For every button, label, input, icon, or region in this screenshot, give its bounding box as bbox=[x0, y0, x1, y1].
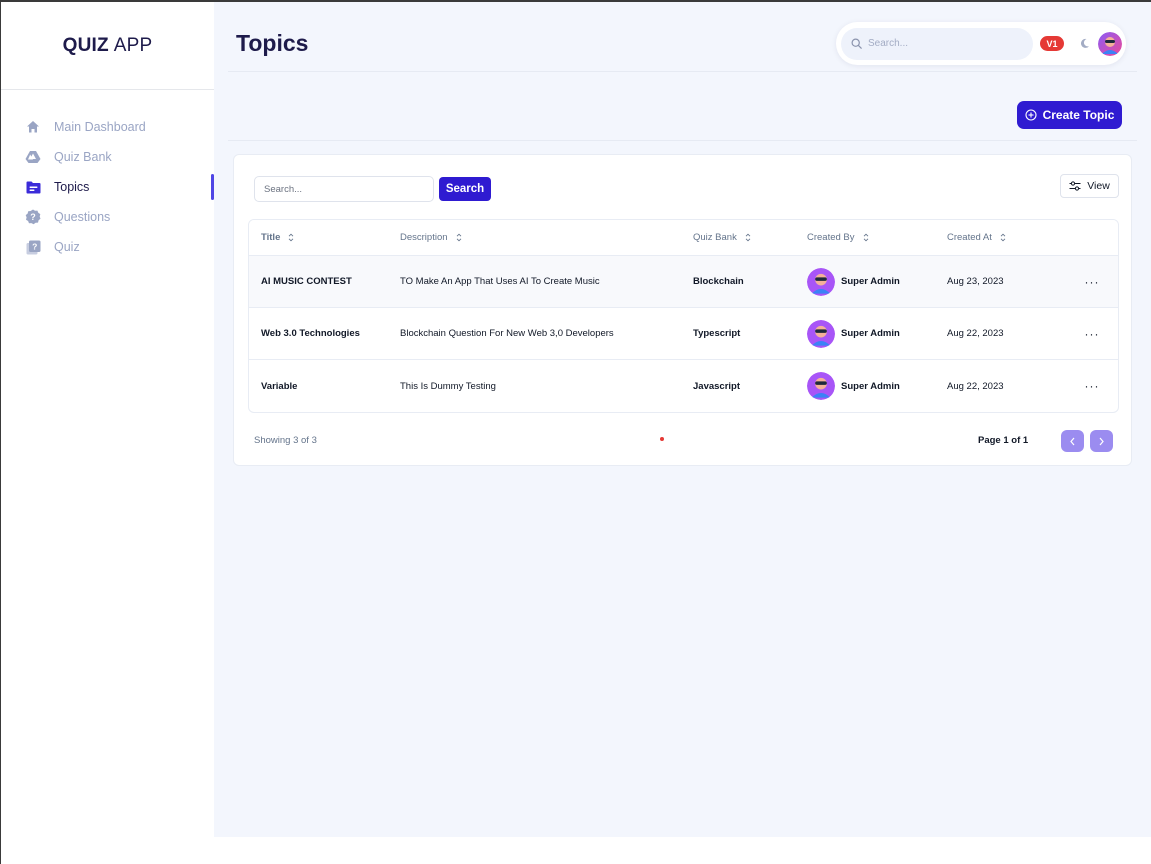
home-icon bbox=[25, 119, 41, 135]
sidebar-item-questions[interactable]: ? Questions bbox=[1, 202, 214, 232]
previous-page-button[interactable] bbox=[1061, 430, 1084, 452]
view-label: View bbox=[1087, 180, 1110, 192]
sort-icon bbox=[456, 233, 462, 242]
cell-created-at: Aug 23, 2023 bbox=[947, 276, 1004, 287]
sort-icon bbox=[1000, 233, 1006, 242]
avatar bbox=[807, 372, 835, 400]
cell-created-at: Aug 22, 2023 bbox=[947, 328, 1004, 339]
svg-text:?: ? bbox=[30, 212, 36, 222]
column-header-label: Description bbox=[400, 232, 448, 243]
sort-icon bbox=[288, 233, 294, 242]
cell-description: Blockchain Question For New Web 3,0 Deve… bbox=[400, 328, 614, 339]
cell-created-by: Super Admin bbox=[807, 319, 947, 348]
row-actions-button[interactable]: ··· bbox=[1067, 275, 1117, 289]
row-actions-button[interactable]: ··· bbox=[1067, 327, 1117, 341]
help-badge-icon: ? bbox=[25, 209, 41, 225]
column-header-label: Quiz Bank bbox=[693, 232, 737, 243]
sidebar-item-label: Topics bbox=[54, 180, 90, 194]
sidebar-item-label: Questions bbox=[54, 210, 111, 224]
actions-divider bbox=[228, 140, 1137, 141]
topics-table: Title Description Quiz Bank Created By C… bbox=[248, 219, 1119, 413]
sliders-icon bbox=[1069, 181, 1081, 191]
drive-icon bbox=[25, 149, 41, 165]
cell-created-by: Super Admin bbox=[807, 372, 947, 400]
create-topic-button[interactable]: Create Topic bbox=[1017, 101, 1122, 129]
column-header-created-at[interactable]: Created At bbox=[947, 232, 1067, 243]
cell-created-by: Super Admin bbox=[807, 267, 947, 296]
column-header-label: Title bbox=[261, 232, 281, 243]
sidebar-item-quiz[interactable]: ? Quiz bbox=[1, 232, 214, 262]
global-search-input[interactable]: Search... bbox=[841, 27, 1033, 60]
results-count: Showing 3 of 3 bbox=[254, 435, 317, 446]
view-options-button[interactable]: View bbox=[1060, 174, 1119, 198]
main-content: Topics Search... V1 Create Topic Search.… bbox=[214, 2, 1151, 837]
table-row[interactable]: AI MUSIC CONTEST TO Make An App That Use… bbox=[249, 256, 1118, 308]
creator-name: Super Admin bbox=[841, 328, 900, 339]
column-header-label: Created By bbox=[807, 232, 855, 243]
cell-description: TO Make An App That Uses AI To Create Mu… bbox=[400, 276, 600, 287]
header-divider bbox=[228, 71, 1137, 72]
plus-circle-icon bbox=[1025, 109, 1037, 121]
cell-quiz-bank: Blockchain bbox=[693, 276, 744, 287]
sort-icon bbox=[745, 233, 751, 242]
cell-description: This Is Dummy Testing bbox=[400, 380, 496, 392]
table-header: Title Description Quiz Bank Created By C… bbox=[249, 220, 1118, 256]
sort-icon bbox=[863, 233, 869, 242]
sidebar-item-main-dashboard[interactable]: Main Dashboard bbox=[1, 112, 214, 142]
column-header-title[interactable]: Title bbox=[249, 232, 400, 243]
sidebar-item-quiz-bank[interactable]: Quiz Bank bbox=[1, 142, 214, 172]
avatar bbox=[807, 319, 835, 348]
cell-quiz-bank: Javascript bbox=[693, 380, 741, 392]
global-search-placeholder: Search... bbox=[868, 38, 909, 49]
cell-quiz-bank: Typescript bbox=[693, 328, 741, 339]
page-indicator: Page 1 of 1 bbox=[978, 435, 1029, 446]
cell-title: AI MUSIC CONTEST bbox=[261, 276, 352, 287]
sidebar-nav: Main Dashboard Quiz Bank Topics ? Questi… bbox=[1, 90, 214, 262]
sidebar-item-topics[interactable]: Topics bbox=[1, 172, 214, 202]
svg-text:?: ? bbox=[32, 241, 37, 251]
cell-created-at: Aug 22, 2023 bbox=[947, 380, 1004, 392]
create-topic-label: Create Topic bbox=[1042, 108, 1115, 122]
sidebar: QUIZ APP Main Dashboard Quiz Bank Topics… bbox=[1, 2, 214, 864]
brand-light: APP bbox=[113, 34, 153, 56]
search-icon bbox=[851, 38, 862, 49]
table-row[interactable]: Variable This Is Dummy Testing Javascrip… bbox=[249, 360, 1118, 412]
sidebar-item-label: Main Dashboard bbox=[54, 120, 146, 134]
folder-icon bbox=[25, 179, 41, 195]
quiz-icon: ? bbox=[25, 239, 41, 255]
cell-title: Variable bbox=[261, 380, 298, 392]
chevron-left-icon bbox=[1069, 437, 1076, 446]
column-header-description[interactable]: Description bbox=[400, 232, 693, 243]
table-row[interactable]: Web 3.0 Technologies Blockchain Question… bbox=[249, 308, 1118, 360]
column-header-quiz-bank[interactable]: Quiz Bank bbox=[693, 232, 807, 243]
app-logo[interactable]: QUIZ APP bbox=[1, 2, 214, 90]
chevron-right-icon bbox=[1098, 437, 1105, 446]
topics-search-placeholder: Search... bbox=[264, 183, 303, 195]
brand-bold: QUIZ bbox=[62, 34, 109, 56]
page-title: Topics bbox=[236, 30, 309, 56]
next-page-button[interactable] bbox=[1090, 430, 1113, 452]
version-badge[interactable]: V1 bbox=[1040, 36, 1064, 51]
cell-title: Web 3.0 Technologies bbox=[261, 328, 360, 339]
topics-search-input[interactable]: Search... bbox=[254, 176, 434, 202]
avatar bbox=[807, 267, 835, 296]
sidebar-item-label: Quiz Bank bbox=[54, 150, 112, 164]
column-header-created-by[interactable]: Created By bbox=[807, 232, 947, 243]
creator-name: Super Admin bbox=[841, 276, 900, 287]
row-actions-button[interactable]: ··· bbox=[1067, 379, 1117, 393]
creator-name: Super Admin bbox=[841, 380, 900, 392]
indicator-dot bbox=[660, 437, 664, 441]
search-button[interactable]: Search bbox=[439, 177, 491, 201]
moon-icon[interactable] bbox=[1079, 38, 1090, 49]
top-toolbar: Search... V1 bbox=[836, 22, 1126, 65]
topics-card: Search... Search View Title Description … bbox=[233, 154, 1132, 466]
column-header-label: Created At bbox=[947, 232, 992, 243]
sidebar-item-label: Quiz bbox=[54, 240, 80, 254]
user-avatar[interactable] bbox=[1098, 31, 1122, 56]
